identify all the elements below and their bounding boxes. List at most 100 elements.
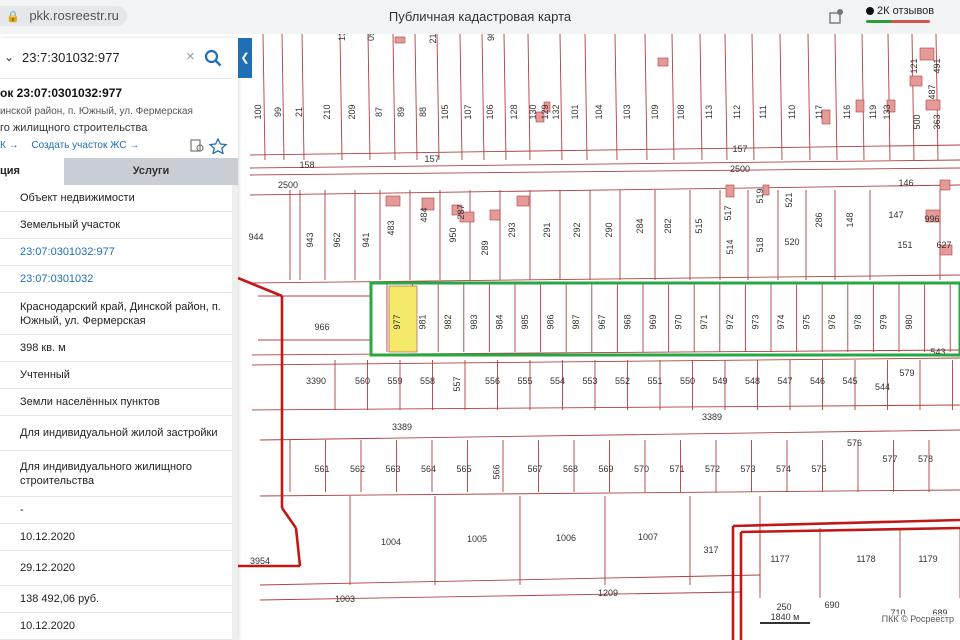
parcel-number[interactable]: 491 [932,58,942,73]
parcel-number[interactable]: 158 [299,160,314,170]
parcel-number[interactable]: 996 [924,214,939,224]
parcel-number[interactable]: 941 [361,232,371,247]
parcel-number[interactable]: 971 [699,314,709,329]
parcel-number[interactable]: 105 [440,104,450,119]
parcel-number[interactable]: 970 [674,314,684,329]
parcel-number[interactable]: 578 [918,454,933,464]
search-input[interactable]: 23:7:301032:977 [22,50,120,65]
parcel-number[interactable]: 572 [705,464,720,474]
chevron-down-icon[interactable]: ⌄ [4,50,14,64]
parcel-number[interactable]: 116 [842,105,852,119]
parcel-number[interactable]: 518 [755,237,765,252]
parcel-number[interactable]: 571 [669,464,684,474]
parcel-number[interactable]: 2500 [278,180,298,190]
parcel-number[interactable]: 551 [647,376,662,386]
parcel-number[interactable]: 556 [485,376,500,386]
parcel-number[interactable]: 515 [694,218,704,233]
parcel-number[interactable]: 210 [322,104,332,119]
link-left[interactable]: К → [0,140,19,151]
parcel-number[interactable]: 577 [882,454,897,464]
parcel-number[interactable]: 88 [418,107,428,117]
parcel-number[interactable]: 983 [469,314,479,329]
parcel-number[interactable]: 980 [904,314,914,329]
parcel-number[interactable]: 564 [421,464,436,474]
parcel-number[interactable]: 555 [517,376,532,386]
parcel-number[interactable]: 106 [485,104,495,119]
parcel-number[interactable]: 250 [776,602,791,612]
parcel-number[interactable]: 974 [776,314,786,329]
parcel-number[interactable]: 545 [842,376,857,386]
parcel-number[interactable]: 293 [507,222,517,237]
parcel-number[interactable]: 557 [452,376,462,391]
parcel-number[interactable]: 111 [758,105,768,119]
parcel-number[interactable]: 944 [248,232,263,242]
parcel-number[interactable]: 554 [550,376,565,386]
parcel-number[interactable]: 218 [428,34,438,44]
parcel-number[interactable]: 3389 [392,422,412,432]
parcel-number[interactable]: 3954 [250,556,270,566]
parcel-number[interactable]: 3390 [306,376,326,386]
parcel-number[interactable]: 549 [712,376,727,386]
parcel-number[interactable]: 483 [386,220,396,235]
parcel-number[interactable]: 129 [540,104,550,119]
parcel-number[interactable]: 101 [570,104,580,119]
parcel-number[interactable]: 119 [868,105,878,119]
parcel-number[interactable]: 1004 [381,537,401,547]
clear-icon[interactable]: × [186,48,195,65]
document-search-icon[interactable] [190,139,204,152]
parcel-number[interactable]: 559 [387,376,402,386]
parcel-number[interactable]: 972 [725,314,735,329]
parcel-number[interactable]: 98 [486,34,496,41]
parcel-number[interactable]: 562 [350,464,365,474]
parcel-number[interactable]: 3389 [702,412,722,422]
parcel-number[interactable]: 976 [827,314,837,329]
parcel-number[interactable]: 977 [392,314,402,329]
parcel-number[interactable]: 284 [635,218,645,233]
parcel-number[interactable]: 317 [703,545,718,555]
extension-icon[interactable] [828,7,844,25]
search-icon[interactable] [204,49,222,67]
parcel-number[interactable]: 553 [582,376,597,386]
parcel-number[interactable]: 579 [899,368,914,378]
parcel-number[interactable]: 363 [932,114,942,129]
parcel-number[interactable]: 978 [853,314,863,329]
parcel-number[interactable]: 109 [650,104,660,119]
parcel-number[interactable]: 514 [725,239,735,254]
parcel-number[interactable]: 627 [936,240,951,250]
parcel-number[interactable]: 157 [424,154,439,164]
parcel-number[interactable]: 573 [740,464,755,474]
parcel-number[interactable]: 09 [366,34,376,41]
parcel-number[interactable]: 547 [777,376,792,386]
parcel-number[interactable]: 1179 [918,554,937,564]
parcel-number[interactable]: 521 [784,192,794,207]
tab-information[interactable]: ция [0,158,64,185]
parcel-number[interactable]: 151 [897,240,912,250]
parcel-number[interactable]: 560 [355,376,370,386]
parcel-number[interactable]: 286 [814,212,824,227]
parcel-number[interactable]: 108 [676,104,686,119]
panel-scrollbar[interactable] [232,185,238,640]
parcel-number[interactable]: 99 [273,107,283,117]
parcel-number[interactable]: 565 [456,464,471,474]
parcel-number[interactable]: 943 [305,232,315,247]
parcel-number[interactable]: 570 [634,464,649,474]
parcel-number[interactable]: 13 [337,34,347,41]
parcel-number[interactable]: 982 [443,314,453,329]
parcel-number[interactable]: 984 [494,314,504,329]
parcel-number[interactable]: 89 [396,107,406,117]
parcel-number[interactable]: 282 [663,218,673,233]
create-parcel-link[interactable]: Создать участок ЖС → [31,140,139,151]
parcel-number[interactable]: 487 [927,84,937,99]
parcel-number[interactable]: 567 [527,464,542,474]
parcel-number[interactable]: 950 [448,227,458,242]
parcel-number[interactable]: 550 [680,376,695,386]
parcel-number[interactable]: 2500 [730,164,750,174]
parcel-number[interactable]: 985 [520,314,530,329]
parcel-number[interactable]: 113 [704,105,714,119]
property-row[interactable]: 23:07:0301032:977 [0,239,232,266]
parcel-number[interactable]: 132 [551,104,561,119]
parcel-number[interactable]: 146 [898,178,913,188]
parcel-number[interactable]: 561 [314,464,329,474]
parcel-number[interactable]: 981 [418,314,428,329]
parcel-number[interactable]: 575 [811,464,826,474]
